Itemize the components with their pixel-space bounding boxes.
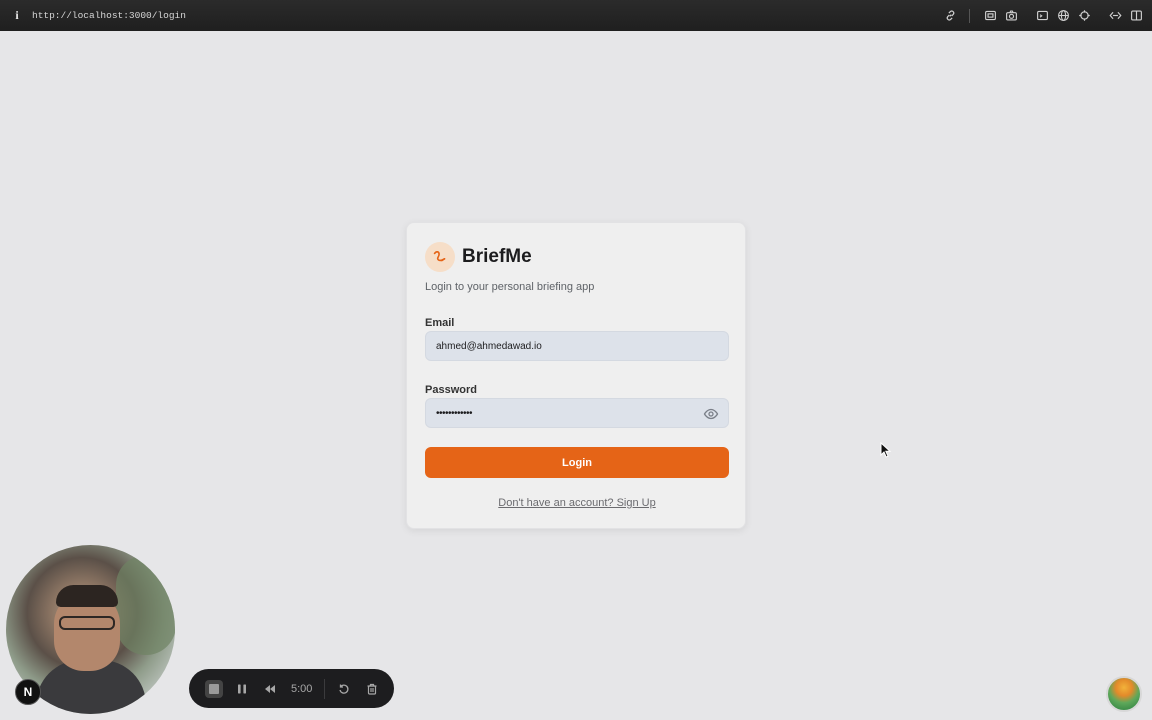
address-bar-url[interactable]: http://localhost:3000/login <box>32 10 186 21</box>
restart-button[interactable] <box>335 680 353 698</box>
show-password-icon[interactable] <box>703 406 719 422</box>
split-view-icon[interactable] <box>1126 6 1146 26</box>
password-label: Password <box>425 384 477 396</box>
login-card: BriefMe Login to your personal briefing … <box>406 222 746 529</box>
globe-icon[interactable] <box>1053 6 1073 26</box>
signup-link[interactable]: Don't have an account? Sign Up <box>407 497 747 509</box>
stop-icon <box>209 683 219 694</box>
toolbar-icons <box>939 0 1146 31</box>
trash-icon <box>367 683 377 695</box>
console-icon[interactable] <box>1032 6 1052 26</box>
rewind-icon <box>265 684 275 693</box>
screenshot-icon[interactable] <box>980 6 1000 26</box>
toolbar-separator <box>969 8 970 23</box>
pause-button[interactable] <box>233 680 251 698</box>
email-field[interactable]: ahmed@ahmedawad.io <box>425 331 729 361</box>
email-value: ahmed@ahmedawad.io <box>436 340 542 352</box>
controls-separator <box>324 678 326 699</box>
subtitle: Login to your personal briefing app <box>425 281 595 293</box>
brand: BriefMe <box>425 242 532 272</box>
link-icon[interactable] <box>940 6 960 26</box>
camera-icon[interactable] <box>1001 6 1021 26</box>
password-field[interactable]: •••••••••••• <box>425 398 729 428</box>
n-badge[interactable]: N <box>15 679 41 705</box>
logo-icon <box>425 242 455 272</box>
email-label: Email <box>425 317 455 329</box>
pause-icon <box>238 684 246 693</box>
mouse-cursor-icon <box>880 442 892 458</box>
recording-controls: 5:00 <box>189 669 394 708</box>
crosshair-icon[interactable] <box>1074 6 1094 26</box>
code-icon[interactable] <box>1105 6 1125 26</box>
recording-time: 5:00 <box>291 682 313 695</box>
rewind-button[interactable] <box>261 680 279 698</box>
login-button[interactable]: Login <box>425 447 729 478</box>
info-icon[interactable]: i <box>10 8 24 23</box>
restart-icon <box>339 684 349 694</box>
browser-toolbar: i http://localhost:3000/login <box>0 0 1152 31</box>
app-name: BriefMe <box>462 246 532 267</box>
delete-button[interactable] <box>363 680 381 698</box>
password-value: •••••••••••• <box>436 407 473 419</box>
extension-avatar[interactable] <box>1106 676 1142 712</box>
stop-button[interactable] <box>205 679 223 698</box>
